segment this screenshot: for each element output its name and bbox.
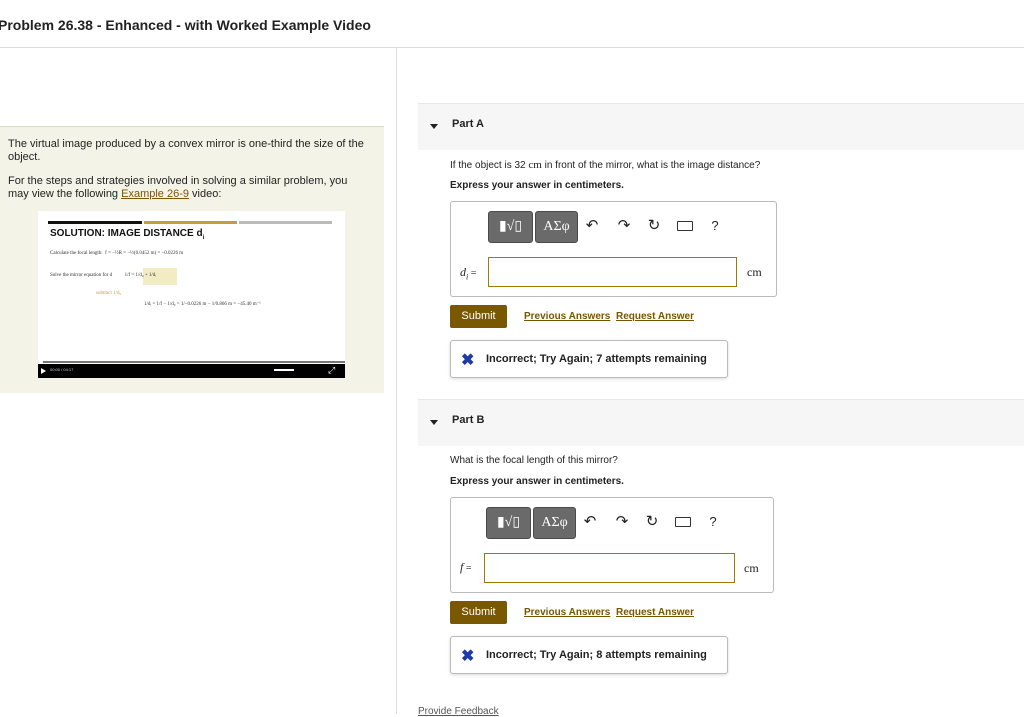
video-slide-title: SOLUTION: IMAGE DISTANCE di	[50, 228, 205, 241]
video-line-1: Calculate the focal length: f = −½R = −½…	[50, 251, 184, 256]
part-a-label: Part A	[452, 118, 484, 130]
help-icon[interactable]: ?	[704, 211, 726, 241]
video-tab-2	[144, 221, 237, 224]
video-line-2: Solve the mirror equation for d 1/f = 1/…	[50, 273, 157, 278]
part-a-variable: di =	[460, 265, 477, 282]
reset-icon[interactable]: ↻	[643, 211, 665, 241]
part-b-unit: cm	[744, 561, 759, 575]
volume-slider[interactable]	[274, 369, 294, 371]
part-b-question: What is the focal length of this mirror?	[450, 455, 618, 466]
video-tab-1	[48, 221, 142, 224]
video-line-4: 1/dᵢ = 1/f − 1/d₀ = 1/−0.0226 m − 1/0.86…	[144, 302, 261, 307]
incorrect-icon: ✖	[461, 648, 475, 665]
redo-icon[interactable]: ↷	[611, 507, 633, 537]
video-line-3: subtract 1/d₀	[96, 291, 122, 296]
part-a-question: If the object is 32 cm in front of the m…	[450, 159, 761, 171]
templates-button[interactable]: ▮√▯	[488, 211, 533, 243]
header-divider	[0, 47, 1024, 48]
example-video-link[interactable]: Example 26-9	[121, 188, 189, 200]
part-a-header[interactable]: Part A	[418, 103, 1024, 150]
redo-icon[interactable]: ↷	[613, 211, 635, 241]
part-b-variable: f =	[460, 560, 472, 574]
video-controls: 00:00 / 04:17 ⤢	[38, 364, 345, 378]
part-b-label: Part B	[452, 414, 485, 426]
caret-down-icon[interactable]	[430, 420, 438, 425]
part-b-request-answer-link[interactable]: Request Answer	[616, 607, 694, 618]
part-a-feedback: ✖ Incorrect; Try Again; 7 attempts remai…	[450, 340, 728, 378]
part-b-instructions: Express your answer in centimeters.	[450, 476, 624, 487]
part-b-feedback: ✖ Incorrect; Try Again; 8 attempts remai…	[450, 636, 728, 674]
fullscreen-icon[interactable]: ⤢	[328, 365, 335, 376]
column-divider	[396, 48, 397, 714]
undo-icon[interactable]: ↶	[581, 211, 603, 241]
provide-feedback-link[interactable]: Provide Feedback	[418, 706, 499, 717]
part-a-answer-box: ▮√▯ ΑΣφ ↶ ↷ ↻ ? di = cm	[450, 201, 777, 297]
video-progress-bar[interactable]	[38, 361, 345, 363]
part-a-submit-button[interactable]: Submit	[450, 305, 507, 328]
video-section-tabs	[48, 221, 332, 224]
reset-icon[interactable]: ↻	[641, 507, 663, 537]
part-a-answer-input[interactable]	[488, 257, 737, 287]
video-intro-text: For the steps and strategies involved in…	[8, 175, 368, 201]
problem-text: The virtual image produced by a convex m…	[8, 138, 364, 163]
part-b-answer-input[interactable]	[484, 553, 735, 583]
caret-down-icon[interactable]	[430, 124, 438, 129]
part-b-feedback-text: Incorrect; Try Again; 8 attempts remaini…	[486, 649, 707, 661]
part-a-feedback-text: Incorrect; Try Again; 7 attempts remaini…	[486, 353, 707, 365]
part-a-unit: cm	[747, 265, 762, 279]
part-b-previous-answers-link[interactable]: Previous Answers	[524, 607, 610, 618]
undo-icon[interactable]: ↶	[579, 507, 601, 537]
keyboard-icon[interactable]	[672, 507, 694, 537]
keyboard-icon[interactable]	[674, 211, 696, 241]
part-b-submit-button[interactable]: Submit	[450, 601, 507, 624]
greek-symbols-button[interactable]: ΑΣφ	[533, 507, 576, 539]
incorrect-icon: ✖	[461, 352, 475, 369]
video-time: 00:00 / 04:17	[50, 367, 74, 372]
templates-button[interactable]: ▮√▯	[486, 507, 531, 539]
part-a-instructions: Express your answer in centimeters.	[450, 180, 624, 191]
help-icon[interactable]: ?	[702, 507, 724, 537]
play-icon[interactable]	[41, 368, 46, 374]
video-tab-3	[239, 221, 332, 224]
video-intro-suffix: video:	[188, 188, 222, 200]
part-b-answer-box: ▮√▯ ΑΣφ ↶ ↷ ↻ ? f = cm	[450, 497, 774, 593]
page-title: Problem 26.38 - Enhanced - with Worked E…	[0, 17, 371, 33]
part-a-request-answer-link[interactable]: Request Answer	[616, 311, 694, 322]
part-a-previous-answers-link[interactable]: Previous Answers	[524, 311, 610, 322]
worked-example-video[interactable]: SOLUTION: IMAGE DISTANCE di Calculate th…	[38, 211, 345, 378]
greek-symbols-button[interactable]: ΑΣφ	[535, 211, 578, 243]
part-b-header[interactable]: Part B	[418, 399, 1024, 446]
